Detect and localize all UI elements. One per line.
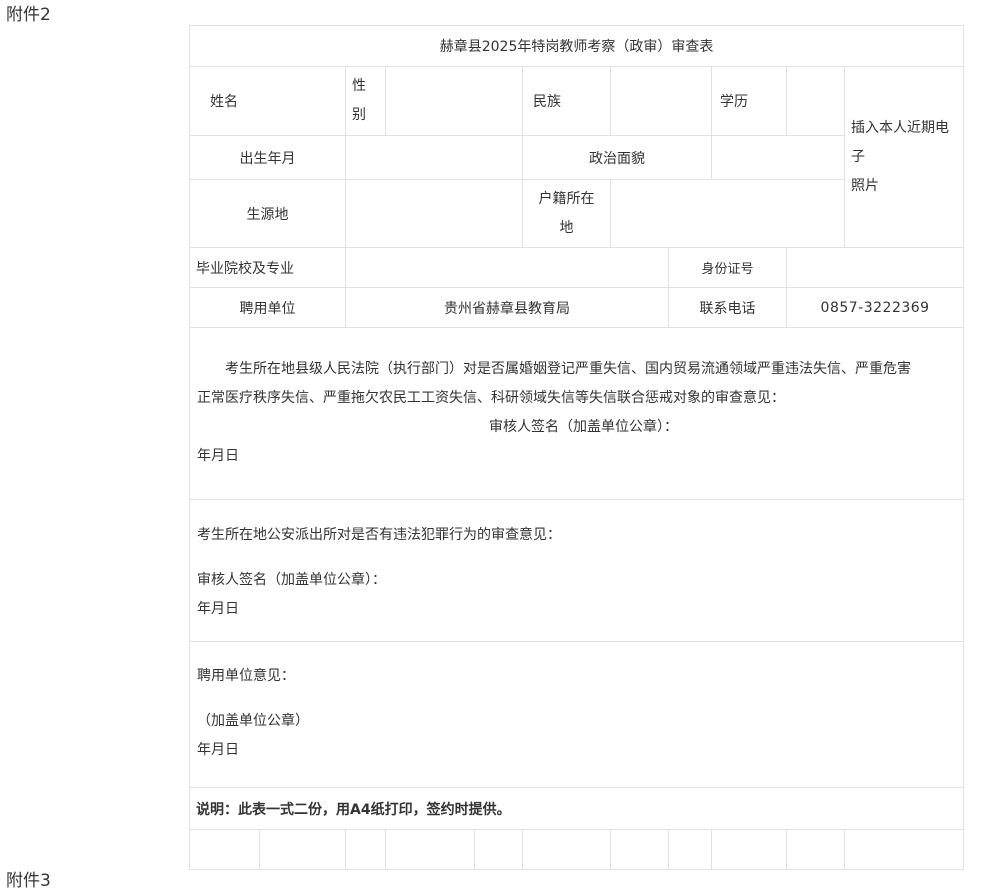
id-number-value[interactable] bbox=[785, 247, 965, 288]
form-title: 赫章县2025年特岗教师考察（政审）审查表 bbox=[188, 25, 965, 67]
form-note: 说明：此表一式二份，用A4纸打印，签约时提供。 bbox=[188, 787, 965, 830]
court-review-text-1: 考生所在地县级人民法院（执行部门）对是否属婚姻登记严重失信、国内贸易流通领域严重… bbox=[225, 361, 911, 377]
blank-cell bbox=[843, 829, 965, 870]
school-major-value[interactable] bbox=[345, 247, 669, 288]
employer-stamp: （加盖单位公章） bbox=[197, 713, 309, 729]
court-signature: 审核人签名（加盖单位公章）： bbox=[489, 419, 678, 435]
police-date: 年月日 bbox=[197, 601, 239, 617]
attachment-label: 附件2 bbox=[6, 5, 51, 25]
birth-value[interactable] bbox=[345, 135, 523, 180]
employer-opinion-section: 聘用单位意见： （加盖单位公章） 年月日 bbox=[188, 641, 965, 788]
employer-value: 贵州省赫章县教育局 bbox=[345, 287, 669, 328]
blank-cell bbox=[474, 829, 523, 870]
attachment-label-next: 附件3 bbox=[6, 871, 51, 891]
birth-label: 出生年月 bbox=[189, 135, 346, 180]
employer-opinion-text: 聘用单位意见： bbox=[197, 668, 295, 684]
blank-cell bbox=[610, 829, 669, 870]
blank-cell bbox=[189, 829, 260, 870]
police-signature: 审核人签名（加盖单位公章）： bbox=[197, 572, 386, 588]
blank-cell bbox=[668, 829, 712, 870]
gender-label: 性别 bbox=[345, 66, 386, 136]
review-form-table: 赫章县2025年特岗教师考察（政审）审查表 姓名 性别 民族 学历 插入本人近期… bbox=[188, 25, 965, 870]
blank-cell bbox=[385, 829, 475, 870]
education-label: 学历 bbox=[711, 66, 787, 136]
ethnicity-label: 民族 bbox=[522, 66, 611, 136]
employer-label: 聘用单位 bbox=[189, 287, 346, 328]
blank-cell bbox=[522, 829, 611, 870]
name-label: 姓名 bbox=[189, 66, 346, 136]
political-value[interactable] bbox=[711, 135, 845, 180]
court-date: 年月日 bbox=[197, 448, 239, 464]
photo-placeholder: 插入本人近期电子 照片 bbox=[843, 66, 965, 248]
police-review-section: 考生所在地公安派出所对是否有违法犯罪行为的审查意见： 审核人签名（加盖单位公章）… bbox=[188, 499, 965, 642]
household-label: 户籍所在地 bbox=[522, 179, 611, 248]
gender-value[interactable] bbox=[385, 66, 523, 136]
school-major-label: 毕业院校及专业 bbox=[189, 247, 346, 288]
court-review-text-2: 正常医疗秩序失信、严重拖欠农民工工资失信、科研领域失信等失信联合惩戒对象的审查意… bbox=[197, 390, 785, 406]
household-value[interactable] bbox=[610, 179, 845, 248]
origin-label: 生源地 bbox=[189, 179, 346, 248]
education-value[interactable] bbox=[786, 66, 845, 136]
origin-value[interactable] bbox=[345, 179, 523, 248]
phone-value: 0857-3222369 bbox=[785, 287, 965, 328]
police-review-text: 考生所在地公安派出所对是否有违法犯罪行为的审查意见： bbox=[197, 527, 561, 543]
court-review-section: 考生所在地县级人民法院（执行部门）对是否属婚姻登记严重失信、国内贸易流通领域严重… bbox=[188, 327, 965, 500]
id-number-label: 身份证号 bbox=[668, 247, 787, 288]
blank-cell bbox=[259, 829, 346, 870]
ethnicity-value[interactable] bbox=[610, 66, 712, 136]
political-label: 政治面貌 bbox=[522, 135, 712, 180]
employer-date: 年月日 bbox=[197, 742, 239, 758]
phone-label: 联系电话 bbox=[668, 287, 787, 328]
blank-cell bbox=[711, 829, 787, 870]
blank-cell bbox=[786, 829, 845, 870]
blank-cell bbox=[345, 829, 386, 870]
